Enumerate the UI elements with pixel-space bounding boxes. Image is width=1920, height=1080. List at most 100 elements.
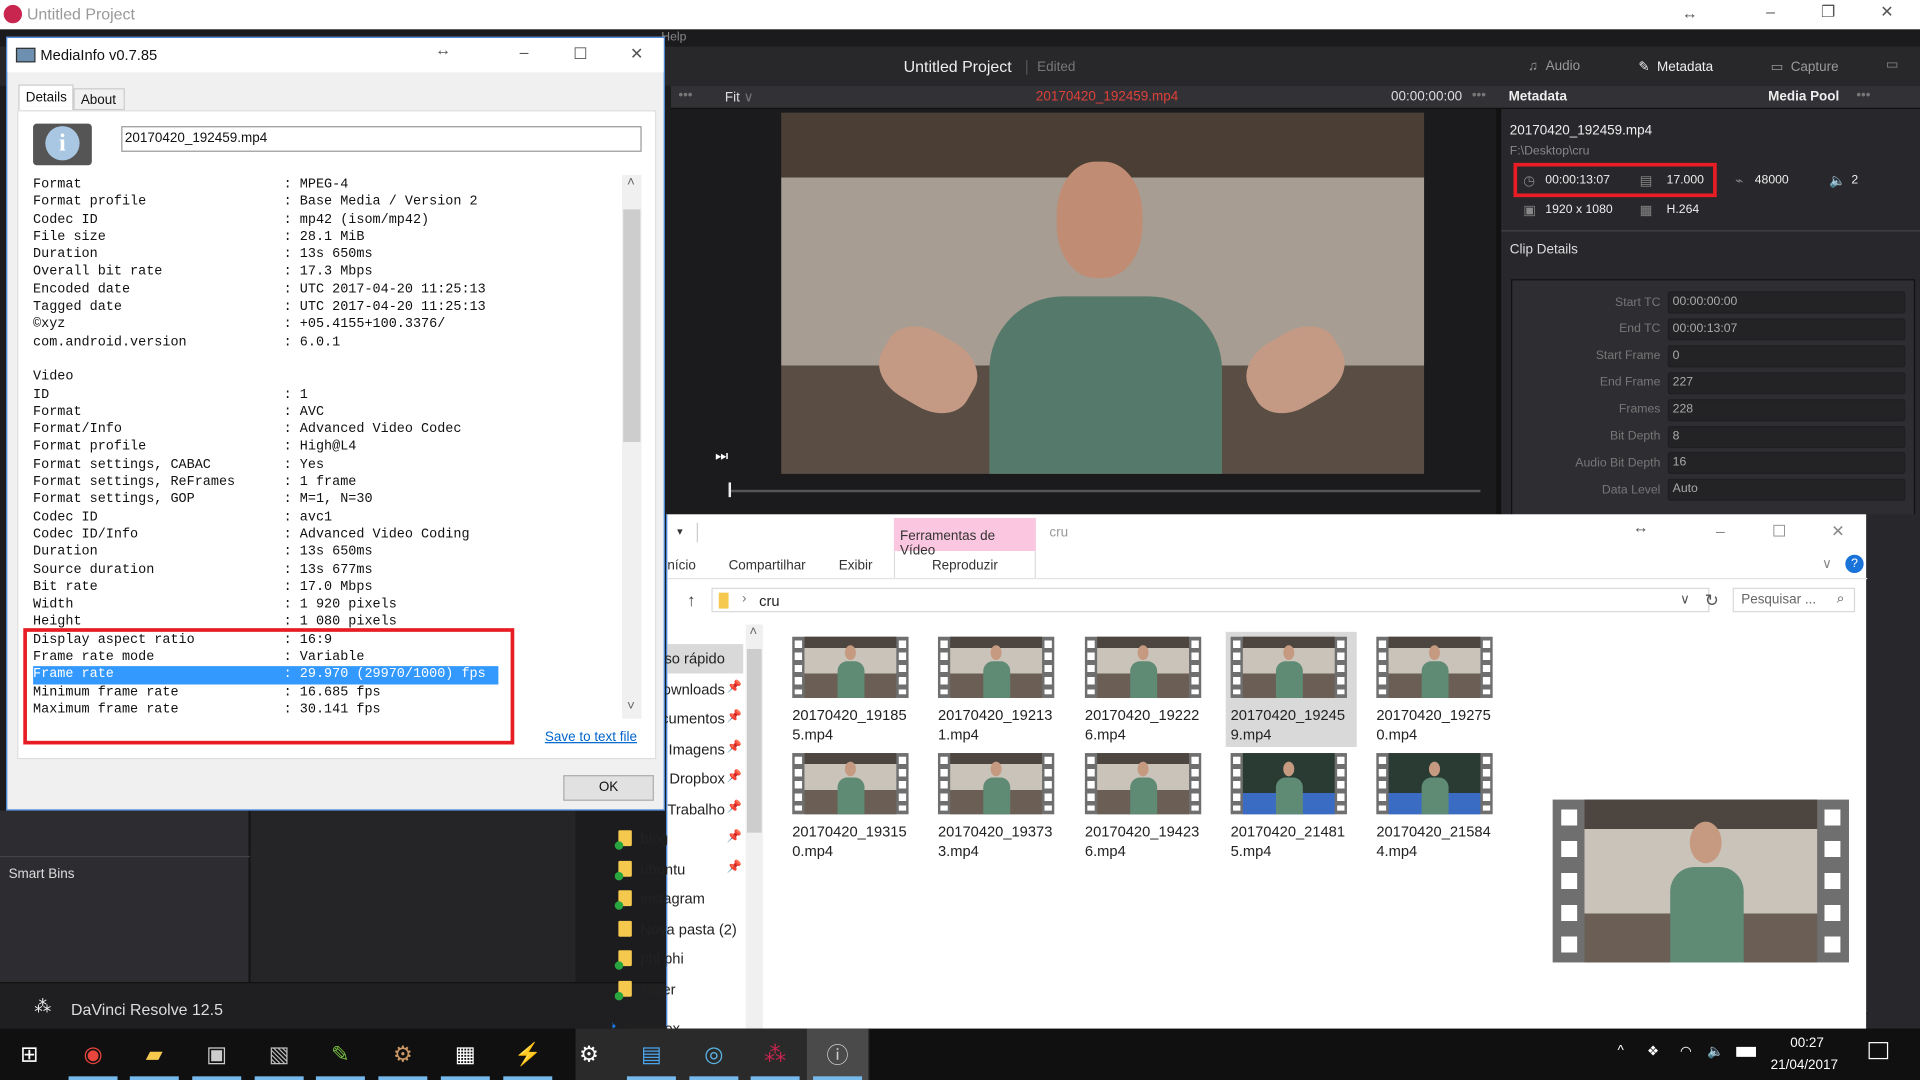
info-scrollbar[interactable]: ˄ ˅ bbox=[622, 175, 642, 719]
file-item[interactable]: 20170420_193733.mp4 bbox=[933, 748, 1064, 863]
expand-ribbon-icon[interactable]: ∨ bbox=[1822, 556, 1832, 572]
terminal-icon[interactable]: ▣ bbox=[198, 1036, 235, 1073]
presentation-icon[interactable]: ▤ bbox=[633, 1036, 670, 1073]
pin-icon[interactable]: 📌 bbox=[727, 741, 742, 754]
notepad-icon[interactable]: ✎ bbox=[322, 1036, 359, 1073]
java-ide-icon[interactable]: ⚙ bbox=[384, 1036, 421, 1073]
quick-access-dropdown[interactable]: ▾ bbox=[677, 525, 683, 538]
nav-item[interactable]: instagram bbox=[612, 887, 744, 911]
file-item[interactable]: 20170420_192459.mp4 bbox=[1225, 631, 1357, 747]
pin-icon[interactable]: 📌 bbox=[727, 710, 742, 723]
calculator-icon[interactable]: ▦ bbox=[447, 1036, 484, 1073]
nav-item[interactable]: ubuntu 📌 bbox=[612, 857, 744, 881]
pin-icon[interactable]: 📌 bbox=[727, 770, 742, 783]
scroll-thumb[interactable] bbox=[746, 648, 762, 833]
viewer-options-button[interactable]: ••• bbox=[678, 88, 692, 103]
resource-monitor-icon[interactable]: ▧ bbox=[261, 1036, 298, 1073]
clip-detail-field[interactable]: Auto bbox=[1667, 479, 1906, 502]
save-to-text-file-link[interactable]: Save to text file bbox=[545, 730, 637, 745]
dropbox-tray-icon[interactable]: ❖ bbox=[1647, 1043, 1659, 1059]
clock-date[interactable]: 21/04/2017 bbox=[1771, 1058, 1838, 1073]
file-item[interactable]: 20170420_192131.mp4 bbox=[933, 632, 1064, 747]
clip-detail-field[interactable]: 8 bbox=[1667, 425, 1906, 448]
scroll-up-icon[interactable]: ˄ bbox=[627, 175, 635, 190]
clip-detail-field[interactable]: 00:00:13:07 bbox=[1667, 318, 1906, 341]
maximize-button[interactable]: ❐ bbox=[1804, 2, 1853, 22]
clip-detail-field[interactable]: 16 bbox=[1667, 452, 1906, 475]
notification-icon[interactable] bbox=[1868, 1042, 1889, 1060]
ribbon-tab-exibir[interactable]: Exibir bbox=[839, 558, 873, 573]
clip-detail-field[interactable]: 227 bbox=[1667, 371, 1906, 394]
minimize-button[interactable]: – bbox=[500, 43, 549, 61]
address-bar[interactable]: › cru ∨ bbox=[711, 587, 1710, 613]
settings-icon[interactable]: ⚙ bbox=[571, 1036, 608, 1073]
pin-icon[interactable]: 📌 bbox=[727, 861, 742, 874]
pin-icon[interactable]: 📌 bbox=[727, 830, 742, 843]
scroll-thumb[interactable] bbox=[623, 209, 641, 443]
nav-item[interactable]: slider bbox=[612, 977, 744, 1001]
clip-detail-field[interactable]: 00:00:00:00 bbox=[1667, 291, 1906, 314]
file-item[interactable]: 20170420_193150.mp4 bbox=[787, 748, 918, 863]
help-icon[interactable]: ? bbox=[1845, 554, 1864, 574]
close-button[interactable]: ✕ bbox=[1862, 2, 1911, 22]
file-item[interactable]: 20170420_215844.mp4 bbox=[1371, 748, 1502, 863]
wifi-icon[interactable]: ◠ bbox=[1680, 1043, 1692, 1059]
media-pool-button[interactable]: Media Pool bbox=[1768, 89, 1839, 104]
panel-more-button[interactable]: ••• bbox=[1856, 88, 1870, 103]
capture-tab[interactable]: ▭ Capture bbox=[1771, 59, 1839, 74]
file-field[interactable]: 20170420_192459.mp4 bbox=[121, 126, 642, 152]
smart-bins-label[interactable]: Smart Bins bbox=[9, 867, 75, 882]
metadata-tab[interactable]: ✎ Metadata bbox=[1638, 59, 1713, 74]
nav-scrollbar[interactable]: ˄ bbox=[745, 624, 763, 1080]
file-item[interactable]: 20170420_192226.mp4 bbox=[1080, 632, 1211, 747]
file-item[interactable]: 20170420_191855.mp4 bbox=[787, 632, 918, 747]
ok-button[interactable]: OK bbox=[563, 775, 654, 801]
ribbon-tab-inicio[interactable]: Início bbox=[667, 558, 695, 573]
file-explorer-icon[interactable]: ▰ bbox=[136, 1036, 173, 1073]
up-button[interactable]: ↑ bbox=[687, 590, 696, 610]
windows-start-icon[interactable]: ⊞ bbox=[11, 1036, 48, 1073]
network-icon[interactable]: ⚡ bbox=[509, 1036, 546, 1073]
chrome-icon[interactable]: ◉ bbox=[75, 1036, 112, 1073]
address-dropdown-icon[interactable]: ∨ bbox=[1680, 591, 1690, 608]
clip-detail-field[interactable]: 0 bbox=[1667, 345, 1906, 368]
playhead[interactable] bbox=[728, 482, 732, 498]
close-button[interactable]: ✕ bbox=[612, 44, 661, 64]
clock-time[interactable]: 00:27 bbox=[1790, 1036, 1824, 1051]
tray-chevron-icon[interactable]: ^ bbox=[1618, 1043, 1624, 1058]
maximize-button[interactable]: ☐ bbox=[1755, 522, 1804, 542]
file-item[interactable]: 20170420_192750.mp4 bbox=[1371, 632, 1502, 747]
viewer-more-button[interactable]: ••• bbox=[1472, 88, 1486, 103]
ribbon-tab-compartilhar[interactable]: Compartilhar bbox=[729, 558, 806, 573]
scrubber[interactable] bbox=[728, 489, 1481, 493]
play-next-button[interactable]: ⏭ bbox=[715, 447, 728, 465]
battery-icon[interactable] bbox=[1736, 1046, 1756, 1057]
obs-icon[interactable]: ◎ bbox=[696, 1036, 733, 1073]
fit-dropdown[interactable]: Fit ∨ bbox=[725, 89, 754, 106]
nav-item[interactable]: phi phi bbox=[612, 947, 744, 971]
menu-help[interactable]: Help bbox=[661, 31, 686, 44]
maximize-button[interactable]: ☐ bbox=[556, 44, 605, 64]
tab-about[interactable]: About bbox=[73, 88, 125, 111]
pin-icon[interactable]: 📌 bbox=[727, 801, 742, 814]
clip-detail-field[interactable]: 228 bbox=[1667, 398, 1906, 421]
refresh-button[interactable]: ↻ bbox=[1700, 590, 1724, 611]
file-item[interactable]: 20170420_214815.mp4 bbox=[1226, 748, 1357, 863]
nav-item[interactable]: Nova pasta (2) bbox=[612, 917, 744, 941]
monitor-icon[interactable]: ▭ bbox=[1886, 56, 1899, 73]
pin-icon[interactable]: 📌 bbox=[727, 681, 742, 694]
minimize-button[interactable]: – bbox=[1746, 2, 1795, 20]
davinci-resolve-icon[interactable]: ⁂ bbox=[757, 1036, 794, 1073]
audio-tab[interactable]: ♫ Audio bbox=[1528, 59, 1580, 74]
volume-icon[interactable]: 🔈 bbox=[1707, 1043, 1724, 1059]
mediainfo-icon[interactable]: ⓘ bbox=[819, 1036, 856, 1073]
file-item[interactable]: 20170420_194236.mp4 bbox=[1080, 748, 1211, 863]
minimize-button[interactable]: – bbox=[1696, 522, 1745, 540]
video-tools-tab[interactable]: Ferramentas de Vídeo bbox=[893, 517, 1036, 558]
tab-details[interactable]: Details bbox=[18, 84, 74, 112]
nav-item[interactable]: blog 📌 bbox=[612, 827, 744, 851]
scroll-up-icon[interactable]: ˄ bbox=[749, 624, 757, 639]
ribbon-tab-reproduzir[interactable]: Reproduzir bbox=[893, 551, 1036, 578]
scroll-down-icon[interactable]: ˅ bbox=[627, 699, 635, 714]
close-button[interactable]: ✕ bbox=[1813, 522, 1862, 542]
